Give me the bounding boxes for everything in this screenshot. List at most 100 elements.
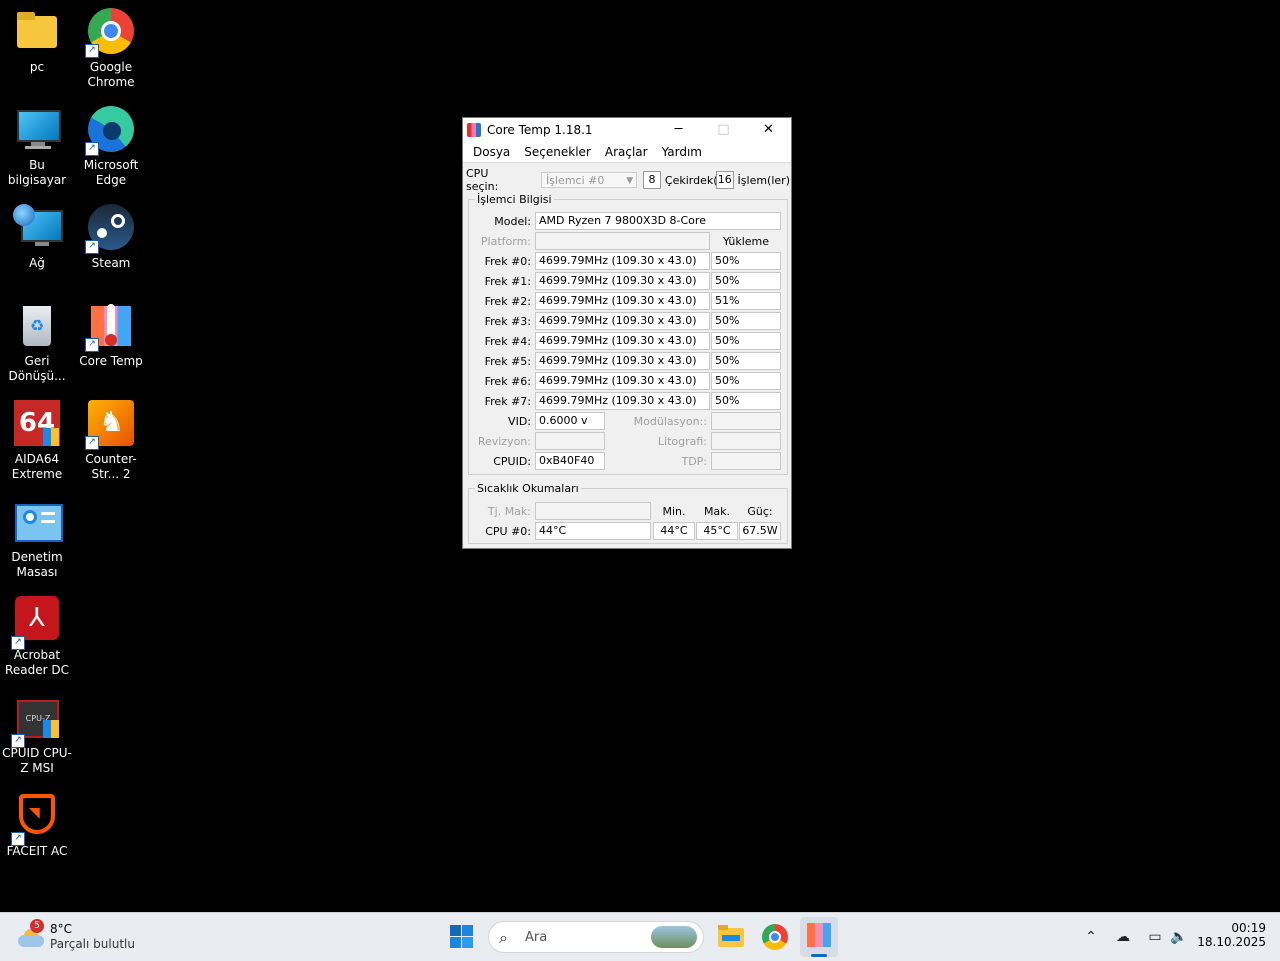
taskbar: 5 8°C Parçalı bulutlu ⌕ Ara ⌃ ☁ ▭ 🔈 00:1… — [0, 912, 1280, 961]
cpu-select-dropdown[interactable]: İşlemci #0 ▼ — [541, 172, 638, 188]
power-field: 67.5W — [739, 522, 781, 540]
weather-widget[interactable]: 5 8°C Parçalı bulutlu — [16, 919, 156, 953]
cpuid-label: CPUID: — [493, 455, 531, 468]
processor-info-title: İşlemci Bilgisi — [475, 193, 554, 206]
freq-value: 4699.79MHz (109.30 x 43.0) — [535, 392, 710, 410]
menu-tools[interactable]: Araçlar — [598, 145, 655, 159]
desktop-icon-steam[interactable]: ↗ Steam — [74, 204, 148, 271]
clock-time: 00:19 — [1231, 921, 1266, 935]
freq-label: Frek #0: — [484, 255, 531, 268]
modulation-label: Modülasyon:: — [633, 415, 707, 428]
search-icon: ⌕ — [499, 928, 508, 947]
weather-badge: 5 — [30, 919, 44, 933]
start-icon[interactable] — [450, 925, 474, 949]
desktop-icon-control-panel[interactable]: Denetim Masası — [0, 498, 74, 580]
display-icon[interactable]: ▭ — [1146, 929, 1164, 945]
cpuid-field: 0xB40F40 — [535, 452, 605, 470]
search-placeholder: Ara — [525, 930, 548, 945]
revision-label: Revizyon: — [477, 435, 531, 448]
freq-value: 4699.79MHz (109.30 x 43.0) — [535, 252, 710, 270]
desktop-icon-label: Acrobat Reader DC — [5, 648, 69, 677]
desktop-icon-edge[interactable]: ↗ Microsoft Edge — [74, 106, 148, 188]
desktop-icon-label: AIDA64 Extreme — [11, 452, 63, 481]
control-panel-icon — [13, 498, 63, 546]
menu-file[interactable]: Dosya — [466, 145, 517, 159]
weather-temp: 8°C — [50, 922, 73, 936]
desktop-icon-chrome[interactable]: ↗ Google Chrome — [74, 8, 148, 90]
load-value: 51% — [711, 292, 781, 310]
lithography-label: Litografi: — [657, 435, 707, 448]
desktop-icon-recycle-bin[interactable]: ♻ Geri Dönüşü... — [0, 302, 74, 384]
desktop-icon-label: CPUID CPU-Z MSI — [2, 746, 72, 775]
desktop-icon-acrobat[interactable]: ⅄ ↗ Acrobat Reader DC — [0, 596, 74, 678]
desktop-icon-faceit[interactable]: ◥ ↗ FACEIT AC — [0, 792, 74, 859]
core-temp-icon: ↗ — [85, 302, 135, 352]
network-off-icon[interactable]: ☁ — [1114, 929, 1132, 945]
clock[interactable]: 00:19 18.10.2025 — [1196, 921, 1266, 953]
core-temp-taskbar-button[interactable] — [800, 917, 838, 957]
cpu-select-value: İşlemci #0 — [546, 174, 605, 187]
desktop-icon-counter-strike[interactable]: ♞ ↗ Counter-Str... 2 — [74, 400, 148, 482]
menu-help[interactable]: Yardım — [655, 145, 709, 159]
load-value: 50% — [711, 352, 781, 370]
core-temp-icon — [807, 923, 831, 947]
cpu-min-field: 44°C — [653, 522, 695, 540]
platform-label: Platform: — [480, 235, 531, 248]
freq-label: Frek #6: — [484, 375, 531, 388]
freq-label: Frek #7: — [484, 395, 531, 408]
window-title: Core Temp 1.18.1 — [487, 123, 593, 137]
chrome-icon[interactable] — [762, 924, 788, 950]
desktop-icon-aida64[interactable]: 64 AIDA64 Extreme — [0, 400, 74, 482]
freq-value: 4699.79MHz (109.30 x 43.0) — [535, 352, 710, 370]
desktop-icon-label: Steam — [91, 256, 131, 270]
cpuz-icon: CPU-Z ↗ — [11, 694, 61, 748]
file-explorer-icon[interactable] — [718, 925, 744, 947]
power-header: Güç: — [747, 505, 773, 518]
desktop-icon-core-temp[interactable]: ↗ Core Temp — [74, 302, 148, 369]
core-count: 8 — [643, 171, 661, 189]
core-temp-window: Core Temp 1.18.1 ─ □ ✕ Dosya Seçenekler … — [462, 117, 792, 549]
desktop-icon-cpuz[interactable]: CPU-Z ↗ CPUID CPU-Z MSI — [0, 694, 74, 776]
modulation-field — [711, 412, 781, 430]
freq-label: Frek #2: — [484, 295, 531, 308]
cpu-select-label: CPU seçin: — [466, 167, 499, 193]
revision-field — [535, 432, 605, 450]
recycle-bin-icon: ♻ — [13, 302, 61, 350]
lithography-field — [711, 432, 781, 450]
freq-value: 4699.79MHz (109.30 x 43.0) — [535, 312, 710, 330]
minimize-button[interactable]: ─ — [656, 118, 701, 142]
desktop-icon-label: Microsoft Edge — [83, 158, 139, 187]
tjmax-label: Tj. Mak: — [487, 505, 531, 518]
tdp-field — [711, 452, 781, 470]
load-value: 50% — [711, 332, 781, 350]
menu-options[interactable]: Seçenekler — [517, 145, 598, 159]
maximize-button[interactable]: □ — [701, 118, 746, 142]
desktop-icon-pc[interactable]: pc — [0, 8, 74, 75]
cpu-select-row: CPU seçin: İşlemci #0 ▼ 8 Çekirdek(le 16… — [466, 167, 790, 193]
volume-icon[interactable]: 🔈 — [1170, 929, 1188, 945]
desktop-icon-network[interactable]: Ağ — [0, 204, 74, 271]
search-highlight-image — [651, 926, 697, 948]
chrome-icon: ↗ — [85, 8, 135, 58]
desktop-icon-label: pc — [29, 60, 45, 74]
close-button[interactable]: ✕ — [746, 118, 791, 142]
desktop-icon-this-pc[interactable]: Bu bilgisayar — [0, 106, 74, 188]
counter-strike-icon: ♞ ↗ — [85, 400, 135, 450]
search-box[interactable]: ⌕ Ara — [488, 921, 704, 953]
monitor-icon — [13, 106, 61, 154]
desktop-icon-label: Denetim Masası — [11, 550, 63, 579]
weather-desc: Parçalı bulutlu — [50, 937, 135, 951]
freq-value: 4699.79MHz (109.30 x 43.0) — [535, 292, 710, 310]
cpu-temp-field: 44°C — [535, 522, 651, 540]
desktop-icon-label: FACEIT AC — [6, 844, 68, 858]
chevron-up-icon[interactable]: ⌃ — [1082, 929, 1100, 945]
desktop-icon-label: Google Chrome — [87, 60, 135, 89]
load-header: Yükleme — [722, 235, 770, 248]
menu-bar: Dosya Seçenekler Araçlar Yardım — [463, 142, 791, 163]
vid-label: VID: — [508, 415, 531, 428]
title-bar[interactable]: Core Temp 1.18.1 ─ □ ✕ — [463, 118, 791, 142]
chevron-down-icon: ▼ — [626, 176, 634, 186]
thread-count-label: İşlem(ler) — [737, 173, 790, 187]
faceit-icon: ◥ ↗ — [11, 792, 61, 846]
freq-label: Frek #1: — [484, 275, 531, 288]
